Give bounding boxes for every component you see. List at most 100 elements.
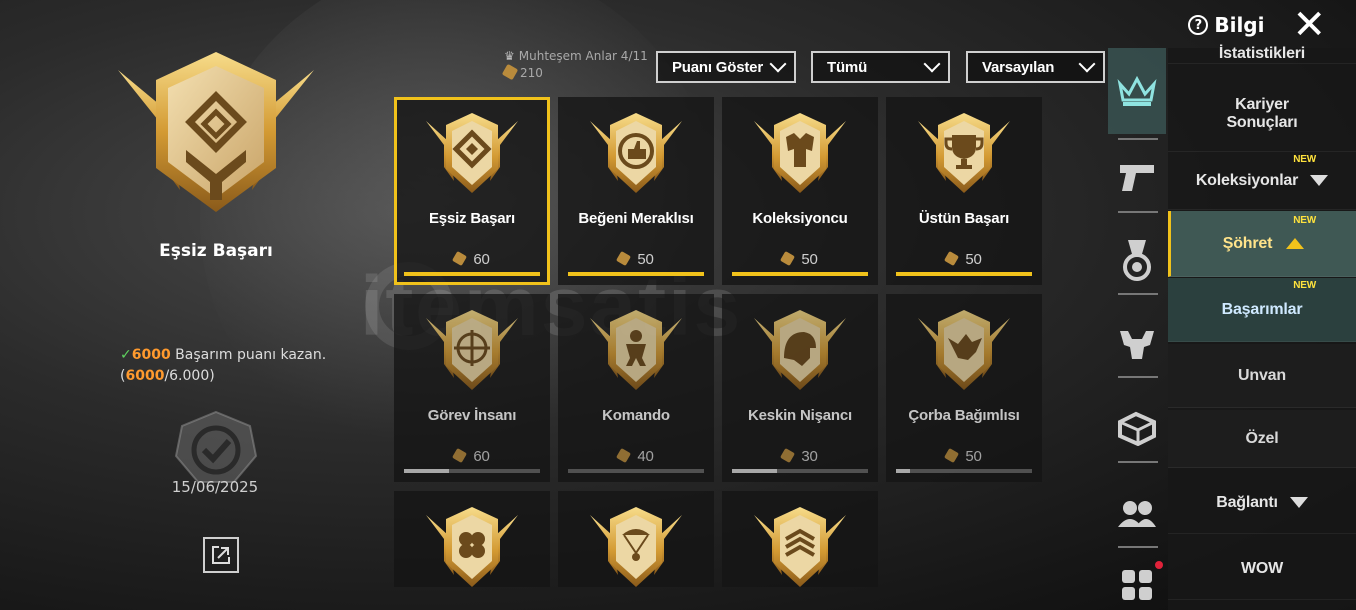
- new-badge: NEW: [1293, 154, 1316, 165]
- menu-item-connection[interactable]: Bağlantı: [1168, 472, 1356, 534]
- dropdown-label: Puanı Göster: [672, 58, 763, 76]
- friends-icon: [1118, 501, 1156, 527]
- share-icon: [212, 546, 230, 564]
- chevron-down-icon: [923, 55, 941, 73]
- menu-item-collections[interactable]: NEW Koleksiyonlar: [1168, 152, 1356, 210]
- menu-item-label: Başarımlar: [1221, 300, 1303, 318]
- achievement-card[interactable]: [558, 491, 714, 587]
- achievement-card[interactable]: Çorba Bağımlısı 50: [886, 294, 1042, 482]
- rail-medal[interactable]: [1108, 220, 1166, 300]
- progress-bar: [568, 272, 704, 276]
- chicken-icon: [918, 310, 1010, 390]
- achievement-score: 50: [722, 250, 878, 268]
- selected-achievement-badge-icon: [118, 52, 314, 212]
- coin-icon: [780, 250, 796, 267]
- progress-fill: [732, 469, 777, 473]
- trophy-icon: [918, 113, 1010, 193]
- progress-bar: [896, 469, 1032, 473]
- clover-icon: [426, 507, 518, 587]
- achievement-card[interactable]: Eşsiz Başarı 60: [394, 97, 550, 285]
- menu-item-label: Unvan: [1238, 366, 1286, 384]
- achievement-score: 60: [394, 447, 550, 465]
- medal-icon: [1123, 240, 1151, 281]
- category-dropdown[interactable]: Tümü: [811, 51, 950, 83]
- menu-item-fame[interactable]: NEW Şöhret: [1168, 211, 1356, 277]
- rail-friends[interactable]: [1108, 474, 1166, 554]
- score-value: 50: [965, 448, 982, 465]
- dropdown-label: Tümü: [827, 58, 868, 76]
- achievement-score: 30: [722, 447, 878, 465]
- menu-item-label: WOW: [1240, 559, 1284, 577]
- grid-icon: [1122, 570, 1152, 600]
- menu-item-special[interactable]: Özel: [1168, 410, 1356, 468]
- chevron-down-icon: [1078, 55, 1096, 73]
- notification-dot: [1155, 561, 1163, 569]
- progress-fill: [568, 272, 704, 276]
- progress-fill: [404, 469, 449, 473]
- achievement-card[interactable]: Üstün Başarı 50: [886, 97, 1042, 285]
- achievement-card[interactable]: Koleksiyoncu 50: [722, 97, 878, 285]
- menu-item-label: Bağlantı: [1216, 493, 1278, 511]
- menu-item-statistics[interactable]: İstatistikleri: [1168, 38, 1356, 64]
- coin-icon: [944, 447, 960, 464]
- achievement-name: Çorba Bağımlısı: [908, 407, 1020, 424]
- score-value: 50: [637, 251, 654, 268]
- rank-chevron-icon: [754, 507, 846, 587]
- achievement-card[interactable]: Komando 40: [558, 294, 714, 482]
- show-points-dropdown[interactable]: Puanı Göster: [656, 51, 796, 83]
- new-badge: NEW: [1293, 280, 1316, 291]
- achievement-score: 60: [394, 250, 550, 268]
- progress-bar: [404, 272, 540, 276]
- selected-achievement-title: Eşsiz Başarı: [159, 241, 273, 261]
- rail-vehicle[interactable]: [1108, 388, 1166, 468]
- pistol-icon: [1120, 165, 1154, 191]
- menu-item-career-results[interactable]: Kariyer Sonuçları: [1168, 76, 1356, 152]
- progress-fill: [896, 272, 1032, 276]
- rail-divider: [1118, 293, 1158, 295]
- achievement-score: 50: [886, 447, 1042, 465]
- share-button[interactable]: [203, 537, 239, 573]
- progress-total: /6.000: [164, 368, 210, 384]
- close-button[interactable]: ✕: [1292, 5, 1326, 45]
- rail-weapon[interactable]: [1108, 136, 1166, 216]
- soldier-icon: [590, 310, 682, 390]
- progress-fill: [404, 272, 540, 276]
- vehicle-icon: [1118, 411, 1156, 446]
- category-icon-rail: [1108, 48, 1166, 610]
- score-value: 50: [965, 251, 982, 268]
- menu-item-title[interactable]: Unvan: [1168, 344, 1356, 408]
- dropdown-label: Varsayılan: [982, 58, 1055, 76]
- thumbs-up-icon: [590, 113, 682, 193]
- parachute-icon: [590, 507, 682, 587]
- menu-item-label: Özel: [1245, 429, 1279, 447]
- achievement-card[interactable]: Beğeni Meraklısı 50: [558, 97, 714, 285]
- rail-divider: [1118, 461, 1158, 463]
- completed-stamp-icon: [174, 410, 258, 483]
- rail-crown[interactable]: [1108, 48, 1166, 134]
- crown-small-icon: ♛: [504, 49, 515, 63]
- crown-icon: [1117, 75, 1157, 106]
- progress-bar: [568, 469, 704, 473]
- achievement-score: 50: [886, 250, 1042, 268]
- completion-date: 15/06/2025: [171, 478, 259, 496]
- rail-stats[interactable]: [1108, 304, 1166, 384]
- achievement-name: Koleksiyoncu: [752, 210, 848, 227]
- achievement-card[interactable]: [722, 491, 878, 587]
- coin-icon: [616, 447, 632, 464]
- coin-icon: [944, 250, 960, 267]
- achievement-name: Komando: [602, 407, 670, 424]
- sort-dropdown[interactable]: Varsayılan: [966, 51, 1105, 83]
- menu-item-label: Şöhret: [1222, 234, 1273, 252]
- achievement-card[interactable]: Görev İnsanı 60: [394, 294, 550, 482]
- menu-item-wow[interactable]: WOW: [1168, 538, 1356, 600]
- achievement-name: Üstün Başarı: [918, 210, 1010, 227]
- helmet-icon: [754, 310, 846, 390]
- points-label: Muhteşem Anlar 4/11: [518, 49, 648, 63]
- achievement-name: Beğeni Meraklısı: [578, 210, 694, 227]
- new-badge: NEW: [1293, 215, 1316, 226]
- achievement-card[interactable]: Keskin Nişancı 30: [722, 294, 878, 482]
- achievement-name: Keskin Nişancı: [748, 407, 852, 424]
- menu-item-achievements[interactable]: NEW Başarımlar: [1168, 278, 1356, 342]
- info-button[interactable]: ? Bilgi: [1188, 13, 1264, 37]
- achievement-card[interactable]: [394, 491, 550, 587]
